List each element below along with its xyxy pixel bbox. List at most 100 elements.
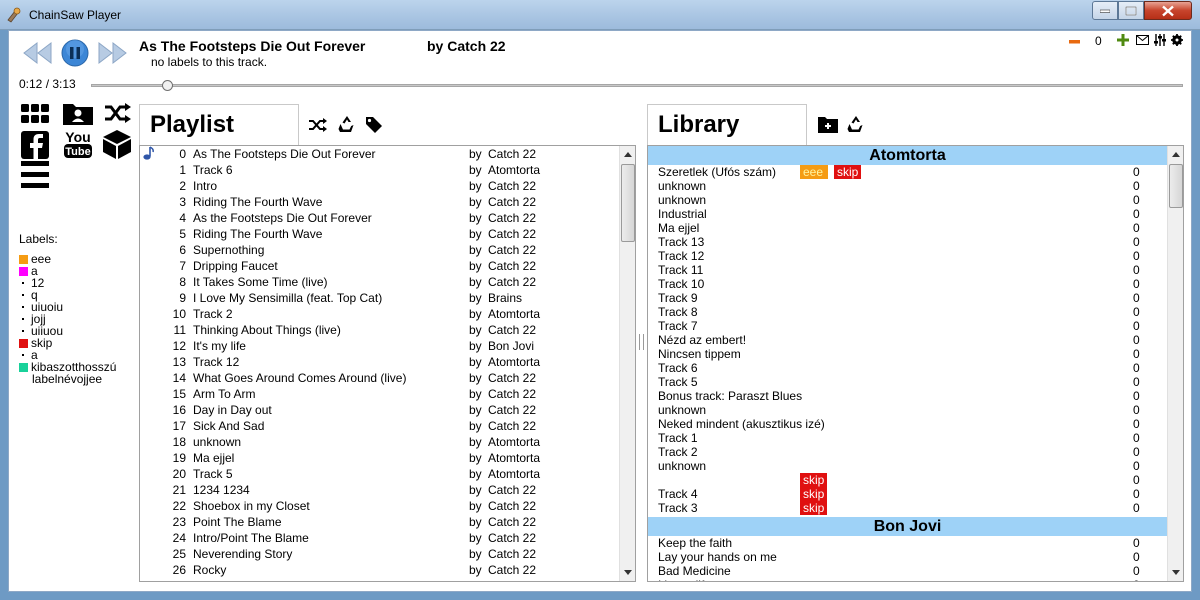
user-folder-icon[interactable] xyxy=(63,101,93,125)
library-row[interactable]: Nézd az embert! 0 xyxy=(648,333,1167,347)
library-row[interactable]: It's my life 0 xyxy=(648,578,1167,581)
library-row[interactable]: Track 13 0 xyxy=(648,235,1167,249)
library-row[interactable]: unknown 0 xyxy=(648,179,1167,193)
window-titlebar[interactable]: ChainSaw Player xyxy=(0,0,1200,30)
library-label-badge[interactable]: skip xyxy=(800,473,828,487)
library-row[interactable]: Track 7 0 xyxy=(648,319,1167,333)
playlist-scroll-thumb[interactable] xyxy=(621,164,635,242)
library-scroll-down-arrow[interactable] xyxy=(1168,564,1183,581)
library-row[interactable]: Track 3 0 skip xyxy=(648,501,1167,515)
playlist-row[interactable]: 11 Thinking About Things (live) by Catch 22 xyxy=(140,322,635,338)
scroll-down-arrow[interactable] xyxy=(620,564,635,581)
library-row[interactable]: Track 1 0 xyxy=(648,431,1167,445)
playlist-row[interactable]: 24 Intro/Point The Blame by Catch 22 xyxy=(140,530,635,546)
playlist-row[interactable]: 18 unknown by Atomtorta xyxy=(140,434,635,450)
library-row[interactable]: Szeretlek (Ufós szám) 0 eee skip xyxy=(648,165,1167,179)
playlist-row[interactable]: 3 Riding The Fourth Wave by Catch 22 xyxy=(140,194,635,210)
playlist-row[interactable]: 16 Day in Day out by Catch 22 xyxy=(140,402,635,418)
library-row[interactable]: Ma ejjel 0 xyxy=(648,221,1167,235)
library-scroll-up-arrow[interactable] xyxy=(1168,146,1183,163)
library-row[interactable]: Track 5 0 xyxy=(648,375,1167,389)
library-list[interactable]: Atomtorta Szeretlek (Ufós szám) 0 eee skip un… xyxy=(647,145,1184,582)
playlist-row[interactable]: 8 It Takes Some Time (live) by Catch 22 xyxy=(140,274,635,290)
library-row[interactable]: Keep the faith 0 xyxy=(648,536,1167,550)
seek-bar[interactable] xyxy=(91,80,1183,91)
playlist-row[interactable]: 9 I Love My Sensimilla (feat. Top Cat) by B… xyxy=(140,290,635,306)
add-folder-icon[interactable] xyxy=(818,115,838,133)
library-row[interactable]: unknown 0 xyxy=(648,459,1167,473)
equalizer-icon[interactable] xyxy=(1154,34,1166,46)
playlist-row[interactable]: 15 Arm To Arm by Catch 22 xyxy=(140,386,635,402)
library-row[interactable]: Track 9 0 xyxy=(648,291,1167,305)
package-icon[interactable] xyxy=(102,129,132,159)
seek-thumb[interactable] xyxy=(162,80,173,91)
youtube-icon[interactable]: You Tube xyxy=(63,129,93,159)
playlist-tab[interactable]: Playlist xyxy=(139,104,299,146)
gear-icon[interactable] xyxy=(1171,34,1183,46)
library-group-header[interactable]: Bon Jovi xyxy=(648,517,1167,536)
playlist-row[interactable]: 25 Neverending Story by Catch 22 xyxy=(140,546,635,562)
add-icon[interactable] xyxy=(1117,34,1129,46)
library-scroll-thumb[interactable] xyxy=(1169,164,1183,208)
library-row[interactable]: Bad Medicine 0 xyxy=(648,564,1167,578)
playlist-row[interactable]: 17 Sick And Sad by Catch 22 xyxy=(140,418,635,434)
library-tab[interactable]: Library xyxy=(647,104,807,146)
library-row[interactable]: Track 12 0 xyxy=(648,249,1167,263)
library-row[interactable]: Neked mindent (akusztikus izé) 0 xyxy=(648,417,1167,431)
library-label-badge[interactable]: eee xyxy=(800,165,828,179)
facebook-icon[interactable] xyxy=(21,131,49,159)
library-row[interactable]: unknown 0 xyxy=(648,403,1167,417)
library-row[interactable]: Track 8 0 xyxy=(648,305,1167,319)
playlist-row[interactable]: 12 It's my life by Bon Jovi xyxy=(140,338,635,354)
scroll-up-arrow[interactable] xyxy=(620,146,635,163)
library-group-header[interactable]: Atomtorta xyxy=(648,146,1167,165)
library-row[interactable]: unknown 0 xyxy=(648,193,1167,207)
maximize-button[interactable] xyxy=(1118,1,1144,20)
panel-splitter[interactable] xyxy=(639,334,644,350)
playlist-row[interactable]: 10 Track 2 by Atomtorta xyxy=(140,306,635,322)
library-row[interactable]: Industrial 0 xyxy=(648,207,1167,221)
playlist-row[interactable]: 6 Supernothing by Catch 22 xyxy=(140,242,635,258)
label-item[interactable]: labelnévojjee xyxy=(19,373,102,385)
playlist-row[interactable]: 22 Shoebox in my Closet by Catch 22 xyxy=(140,498,635,514)
playlist-row[interactable]: 7 Dripping Faucet by Catch 22 xyxy=(140,258,635,274)
playlist-row[interactable]: 23 Point The Blame by Catch 22 xyxy=(140,514,635,530)
playlist-shuffle-icon[interactable] xyxy=(309,118,327,132)
library-label-badge[interactable]: skip xyxy=(800,501,828,515)
playlist-row[interactable]: 14 What Goes Around Comes Around (live) by… xyxy=(140,370,635,386)
playlist-row[interactable]: 2 Intro by Catch 22 xyxy=(140,178,635,194)
library-row[interactable]: Track 10 0 xyxy=(648,277,1167,291)
playlist-scrollbar[interactable] xyxy=(619,146,635,581)
playlist-row[interactable]: 13 Track 12 by Atomtorta xyxy=(140,354,635,370)
playlist-row[interactable]: 26 Rocky by Catch 22 xyxy=(140,562,635,578)
library-row[interactable]: Lay your hands on me 0 xyxy=(648,550,1167,564)
playlist-recycle-icon[interactable] xyxy=(338,115,356,133)
library-row[interactable]: Nincsen tippem 0 xyxy=(648,347,1167,361)
playlist-row[interactable]: 1 Track 6 by Atomtorta xyxy=(140,162,635,178)
library-row[interactable]: Track 2 0 xyxy=(648,445,1167,459)
next-track-button[interactable] xyxy=(97,40,129,66)
shuffle-icon[interactable] xyxy=(105,103,131,123)
library-row[interactable]: Track 4 0 skip xyxy=(648,487,1167,501)
playlist-row[interactable]: 5 Riding The Fourth Wave by Catch 22 xyxy=(140,226,635,242)
tag-icon[interactable] xyxy=(366,117,382,133)
library-row[interactable]: Bonus track: Paraszt Blues 0 xyxy=(648,389,1167,403)
minimize-button[interactable] xyxy=(1092,1,1118,20)
playlist-row[interactable]: 19 Ma ejjel by Atomtorta xyxy=(140,450,635,466)
library-recycle-icon[interactable] xyxy=(847,115,865,133)
playlist-row[interactable]: 20 Track 5 by Atomtorta xyxy=(140,466,635,482)
playlist-row[interactable]: 0 As The Footsteps Die Out Forever by Catch… xyxy=(140,146,635,162)
library-row[interactable]: Track 6 0 xyxy=(648,361,1167,375)
library-scrollbar[interactable] xyxy=(1167,146,1183,581)
library-label-badge[interactable]: skip xyxy=(834,165,862,179)
grid-view-icon[interactable] xyxy=(21,104,49,124)
decrease-rating-icon[interactable] xyxy=(1069,40,1080,44)
pause-button[interactable] xyxy=(61,39,89,67)
library-row[interactable]: 0 skip xyxy=(648,473,1167,487)
library-label-badge[interactable]: skip xyxy=(800,487,828,501)
playlist-row[interactable]: 21 1234 1234 by Catch 22 xyxy=(140,482,635,498)
previous-track-button[interactable] xyxy=(21,40,53,66)
playlist-list[interactable]: 0 As The Footsteps Die Out Forever by Catch… xyxy=(139,145,636,582)
playlist-row[interactable]: 27 unknown by Atomtorta xyxy=(140,578,635,581)
library-row[interactable]: Track 11 0 xyxy=(648,263,1167,277)
